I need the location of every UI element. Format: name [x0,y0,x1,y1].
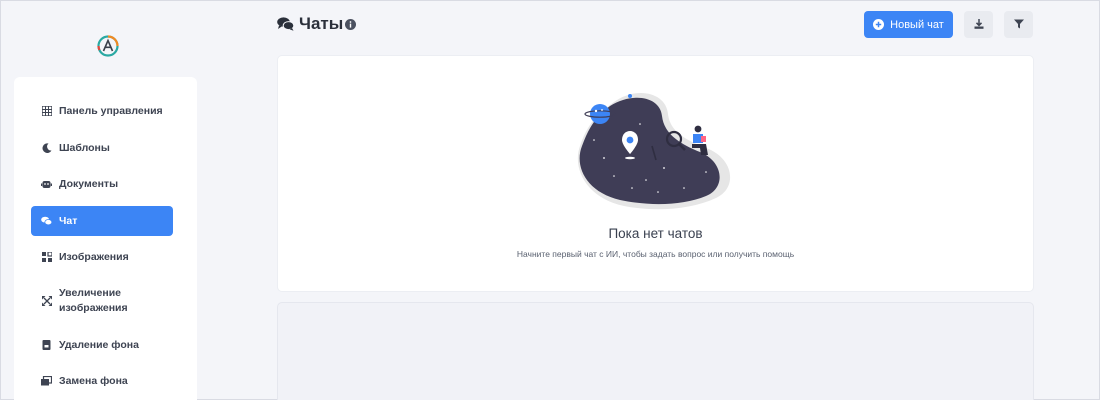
sidebar-nav: Панель управления Шаблоны Документы Чат … [14,77,197,400]
sidebar-item-label: Панель управления [59,105,163,117]
filter-button[interactable] [1004,11,1033,38]
empty-state-title: Пока нет чатов [608,226,703,241]
plus-circle-icon [873,19,885,30]
photos-icon [41,376,52,387]
sidebar-item-upscale[interactable]: Увеличение изображения [31,281,173,321]
filter-icon [1013,16,1024,34]
empty-state-subtitle: Начните первый чат с ИИ, чтобы задать во… [516,249,795,259]
page-title: Чаты [299,14,344,33]
grid-icon [41,106,52,117]
sidebar-item-label: Замена фона [59,375,128,387]
empty-state-illustration [577,92,731,210]
download-button[interactable] [964,11,993,38]
sidebar-item-label: Увеличение [59,287,121,299]
file-icon [41,340,52,351]
sidebar-item-label: изображения [59,302,128,314]
chat-icon [41,216,52,227]
info-icon[interactable] [345,17,356,35]
app-logo-icon[interactable] [97,35,119,57]
robot-icon [41,179,52,190]
sidebar-item-templates[interactable]: Шаблоны [31,133,173,163]
sidebar-item-dashboard[interactable]: Панель управления [31,96,173,126]
sidebar-item-label: Шаблоны [59,142,110,154]
new-chat-label: Новый чат [890,18,944,31]
sidebar-item-images[interactable]: Изображения [31,242,173,272]
sidebar-item-label: Удаление фона [59,339,139,351]
chat-list-panel [277,302,1034,400]
sidebar-item-label: Чат [59,215,78,227]
sidebar-item-label: Документы [59,178,119,190]
new-chat-button[interactable]: Новый чат [864,11,953,38]
sidebar-item-replace-bg[interactable]: Замена фона [31,366,173,396]
images-icon [41,252,52,263]
chats-header-icon [277,17,295,36]
moon-icon [41,143,52,154]
sidebar-item-label: Изображения [59,251,129,263]
sidebar-item-remove-bg[interactable]: Удаление фона [31,330,173,360]
empty-state-card: Пока нет чатов Начните первый чат с ИИ, … [277,55,1034,292]
sidebar-item-chat[interactable]: Чат [31,206,173,236]
expand-icon [41,296,52,307]
download-icon [974,16,984,34]
sidebar-item-documents[interactable]: Документы [31,169,173,199]
sidebar: Панель управления Шаблоны Документы Чат … [1,1,211,400]
